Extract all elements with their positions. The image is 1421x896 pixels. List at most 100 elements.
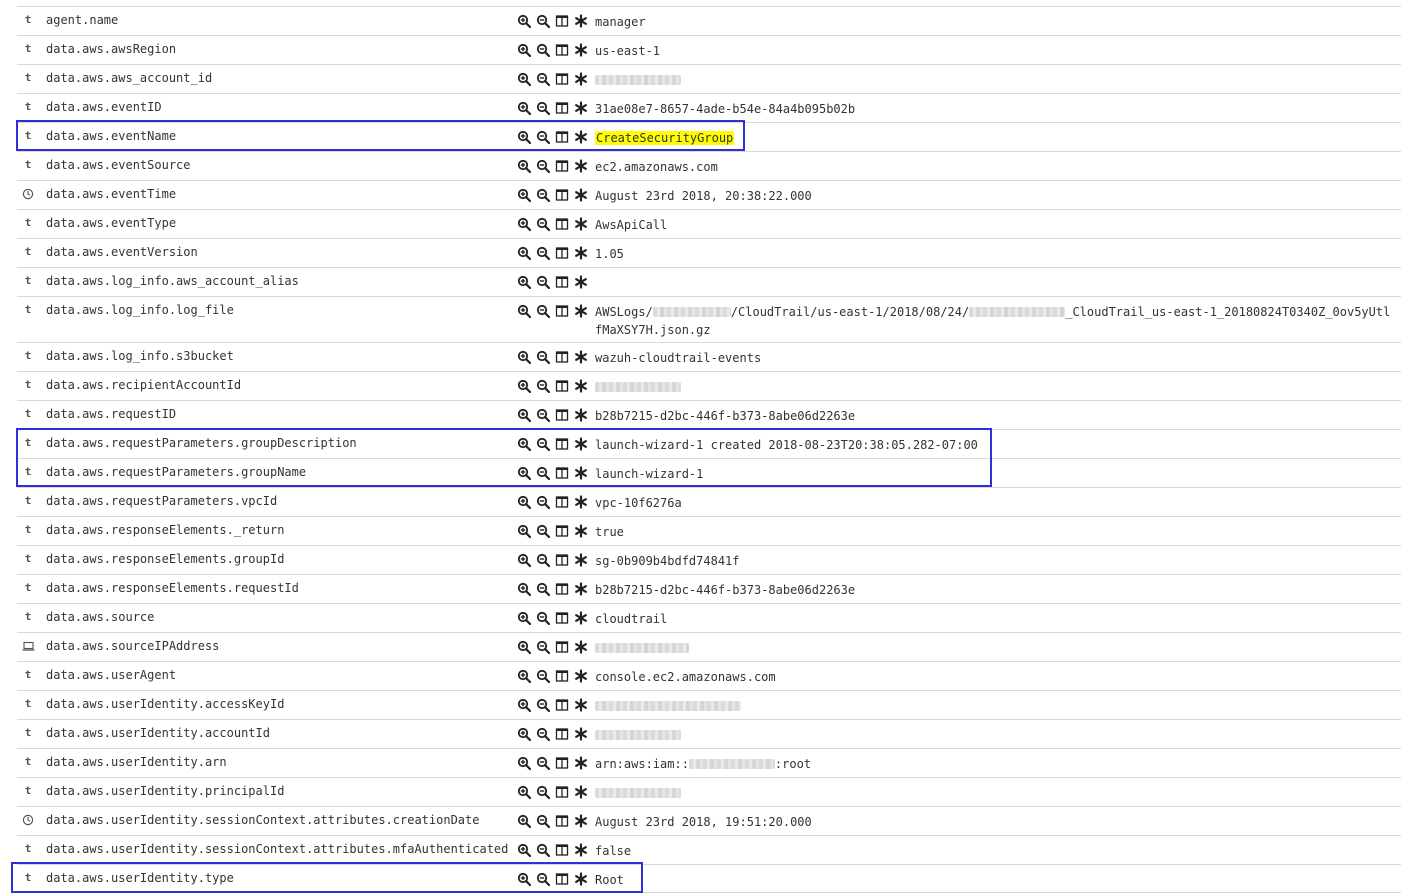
filter-field-exists-button[interactable] <box>574 727 588 741</box>
filter-for-value-button[interactable] <box>517 814 531 828</box>
filter-field-exists-button[interactable] <box>574 466 588 480</box>
toggle-column-button[interactable] <box>555 408 569 422</box>
filter-for-value-button[interactable] <box>517 437 531 451</box>
filter-out-value-button[interactable] <box>536 524 550 538</box>
filter-out-value-button[interactable] <box>536 217 550 231</box>
toggle-column-button[interactable] <box>555 495 569 509</box>
filter-out-value-button[interactable] <box>536 275 550 289</box>
filter-for-value-button[interactable] <box>517 727 531 741</box>
filter-out-value-button[interactable] <box>536 582 550 596</box>
filter-for-value-button[interactable] <box>517 72 531 86</box>
filter-field-exists-button[interactable] <box>574 304 588 318</box>
filter-for-value-button[interactable] <box>517 43 531 57</box>
filter-field-exists-button[interactable] <box>574 72 588 86</box>
filter-for-value-button[interactable] <box>517 408 531 422</box>
filter-out-value-button[interactable] <box>536 785 550 799</box>
filter-for-value-button[interactable] <box>517 159 531 173</box>
filter-out-value-button[interactable] <box>536 14 550 28</box>
filter-for-value-button[interactable] <box>517 495 531 509</box>
filter-field-exists-button[interactable] <box>574 814 588 828</box>
toggle-column-button[interactable] <box>555 640 569 654</box>
toggle-column-button[interactable] <box>555 466 569 480</box>
filter-field-exists-button[interactable] <box>574 437 588 451</box>
filter-out-value-button[interactable] <box>536 159 550 173</box>
toggle-column-button[interactable] <box>555 14 569 28</box>
filter-field-exists-button[interactable] <box>574 350 588 364</box>
filter-field-exists-button[interactable] <box>574 159 588 173</box>
toggle-column-button[interactable] <box>555 379 569 393</box>
filter-for-value-button[interactable] <box>517 379 531 393</box>
filter-for-value-button[interactable] <box>517 14 531 28</box>
filter-field-exists-button[interactable] <box>574 756 588 770</box>
filter-out-value-button[interactable] <box>536 350 550 364</box>
filter-for-value-button[interactable] <box>517 872 531 886</box>
filter-field-exists-button[interactable] <box>574 217 588 231</box>
filter-out-value-button[interactable] <box>536 304 550 318</box>
filter-for-value-button[interactable] <box>517 350 531 364</box>
filter-out-value-button[interactable] <box>536 72 550 86</box>
filter-for-value-button[interactable] <box>517 843 531 857</box>
filter-field-exists-button[interactable] <box>574 379 588 393</box>
toggle-column-button[interactable] <box>555 159 569 173</box>
filter-out-value-button[interactable] <box>536 408 550 422</box>
filter-field-exists-button[interactable] <box>574 14 588 28</box>
filter-out-value-button[interactable] <box>536 466 550 480</box>
toggle-column-button[interactable] <box>555 43 569 57</box>
filter-for-value-button[interactable] <box>517 669 531 683</box>
filter-field-exists-button[interactable] <box>574 275 588 289</box>
filter-field-exists-button[interactable] <box>574 698 588 712</box>
filter-for-value-button[interactable] <box>517 640 531 654</box>
toggle-column-button[interactable] <box>555 275 569 289</box>
filter-field-exists-button[interactable] <box>574 408 588 422</box>
filter-field-exists-button[interactable] <box>574 843 588 857</box>
filter-out-value-button[interactable] <box>536 698 550 712</box>
filter-for-value-button[interactable] <box>517 188 531 202</box>
filter-out-value-button[interactable] <box>536 727 550 741</box>
filter-for-value-button[interactable] <box>517 756 531 770</box>
filter-out-value-button[interactable] <box>536 246 550 260</box>
filter-out-value-button[interactable] <box>536 872 550 886</box>
filter-field-exists-button[interactable] <box>574 872 588 886</box>
filter-field-exists-button[interactable] <box>574 130 588 144</box>
toggle-column-button[interactable] <box>555 698 569 712</box>
filter-out-value-button[interactable] <box>536 553 550 567</box>
filter-field-exists-button[interactable] <box>574 101 588 115</box>
filter-out-value-button[interactable] <box>536 437 550 451</box>
filter-out-value-button[interactable] <box>536 495 550 509</box>
filter-for-value-button[interactable] <box>517 611 531 625</box>
toggle-column-button[interactable] <box>555 756 569 770</box>
filter-for-value-button[interactable] <box>517 130 531 144</box>
filter-out-value-button[interactable] <box>536 640 550 654</box>
toggle-column-button[interactable] <box>555 669 569 683</box>
filter-field-exists-button[interactable] <box>574 582 588 596</box>
filter-for-value-button[interactable] <box>517 524 531 538</box>
filter-for-value-button[interactable] <box>517 466 531 480</box>
filter-out-value-button[interactable] <box>536 814 550 828</box>
filter-for-value-button[interactable] <box>517 275 531 289</box>
filter-field-exists-button[interactable] <box>574 43 588 57</box>
filter-for-value-button[interactable] <box>517 101 531 115</box>
filter-out-value-button[interactable] <box>536 101 550 115</box>
toggle-column-button[interactable] <box>555 304 569 318</box>
filter-out-value-button[interactable] <box>536 611 550 625</box>
filter-for-value-button[interactable] <box>517 785 531 799</box>
toggle-column-button[interactable] <box>555 814 569 828</box>
filter-field-exists-button[interactable] <box>574 524 588 538</box>
toggle-column-button[interactable] <box>555 188 569 202</box>
toggle-column-button[interactable] <box>555 130 569 144</box>
toggle-column-button[interactable] <box>555 843 569 857</box>
toggle-column-button[interactable] <box>555 437 569 451</box>
filter-for-value-button[interactable] <box>517 698 531 712</box>
toggle-column-button[interactable] <box>555 101 569 115</box>
filter-field-exists-button[interactable] <box>574 553 588 567</box>
filter-for-value-button[interactable] <box>517 582 531 596</box>
filter-field-exists-button[interactable] <box>574 785 588 799</box>
toggle-column-button[interactable] <box>555 246 569 260</box>
filter-for-value-button[interactable] <box>517 246 531 260</box>
toggle-column-button[interactable] <box>555 582 569 596</box>
filter-for-value-button[interactable] <box>517 304 531 318</box>
filter-out-value-button[interactable] <box>536 43 550 57</box>
filter-out-value-button[interactable] <box>536 379 550 393</box>
filter-out-value-button[interactable] <box>536 188 550 202</box>
filter-out-value-button[interactable] <box>536 843 550 857</box>
